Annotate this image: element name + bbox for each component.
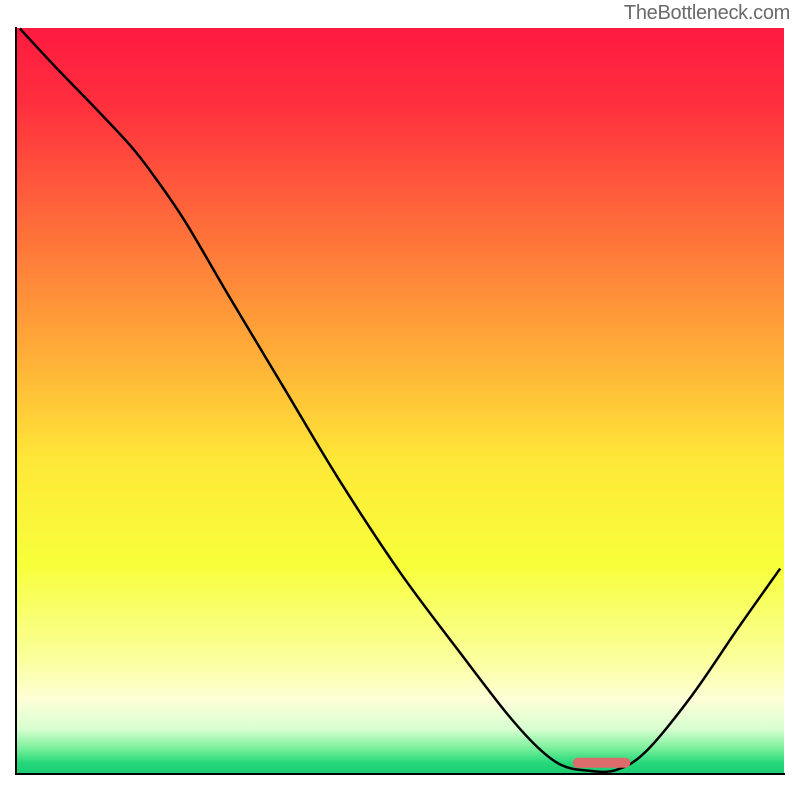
gradient-background	[16, 28, 784, 774]
bottleneck-chart	[15, 27, 785, 797]
watermark-text: TheBottleneck.com	[624, 2, 790, 25]
chart-svg	[15, 27, 785, 797]
chart-container: TheBottleneck.com	[0, 0, 800, 800]
optimal-marker	[573, 758, 631, 768]
